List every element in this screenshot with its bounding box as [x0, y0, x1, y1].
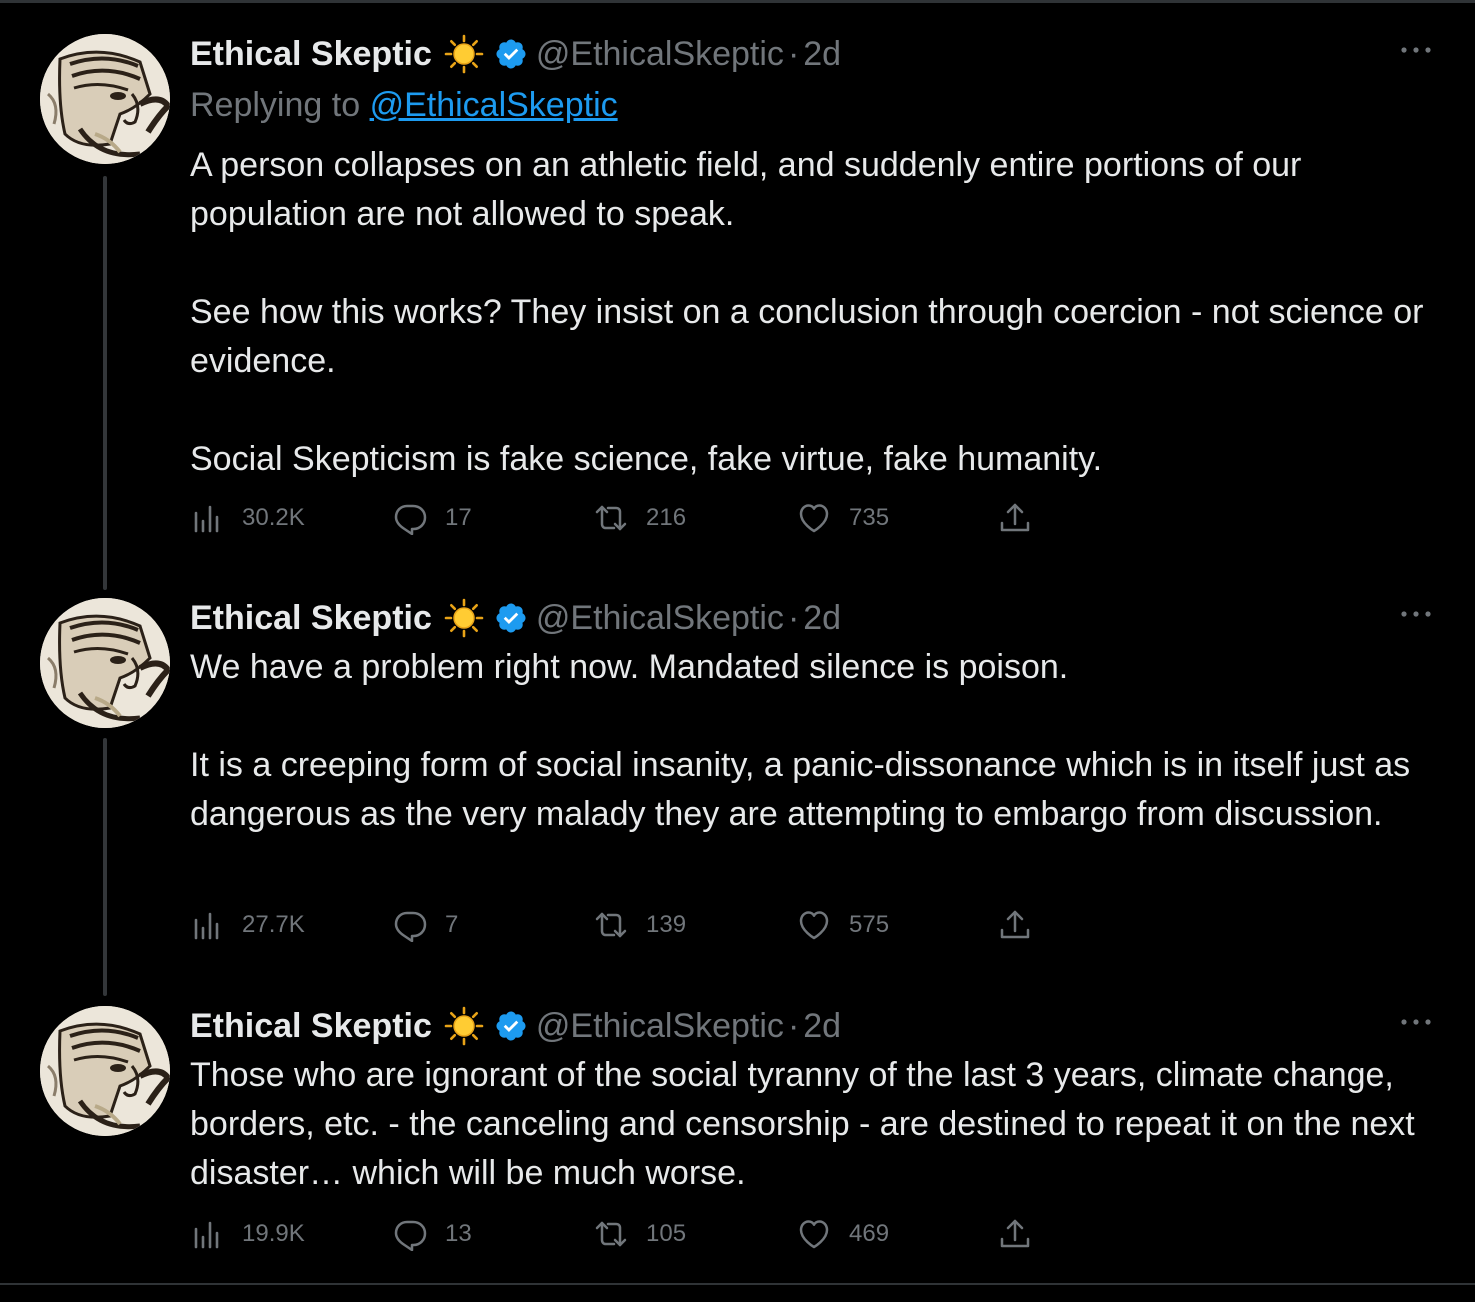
- tweet-text: A person collapses on an athletic field,…: [190, 141, 1440, 484]
- separator-dot: ·: [787, 598, 800, 637]
- author-handle[interactable]: @EthicalSkeptic: [536, 599, 784, 638]
- author-name[interactable]: Ethical Skeptic: [190, 1007, 432, 1046]
- reply-button[interactable]: 13: [393, 1217, 472, 1251]
- views-button[interactable]: 30.2K: [190, 501, 305, 535]
- more-dots-icon[interactable]: [1398, 1012, 1434, 1032]
- separator-dot: ·: [787, 34, 800, 73]
- tweet-text: We have a problem right now. Mandated si…: [190, 643, 1440, 839]
- like-count: 735: [849, 504, 890, 531]
- action-bar: 19.9K 13 105 469: [190, 1217, 1050, 1251]
- reply-count: 17: [445, 504, 472, 531]
- retweet-icon: [594, 1217, 628, 1251]
- views-chart-icon: [190, 908, 224, 942]
- reply-button[interactable]: 7: [393, 908, 458, 942]
- share-upload-icon: [998, 1217, 1032, 1251]
- share-upload-icon: [998, 908, 1032, 942]
- verified-badge-icon[interactable]: [494, 1009, 528, 1043]
- tweet-paragraph: Social Skepticism is fake science, fake …: [190, 440, 1103, 478]
- timestamp[interactable]: 2d: [803, 35, 841, 74]
- tweet-paragraph: See how this works? They insist on a con…: [190, 293, 1424, 380]
- action-bar: 30.2K 17 216 735: [190, 501, 1050, 535]
- top-divider: [0, 0, 1475, 3]
- retweet-count: 105: [646, 1220, 687, 1247]
- replying-to-link[interactable]: @EthicalSkeptic: [370, 86, 618, 124]
- author-name[interactable]: Ethical Skeptic: [190, 599, 432, 638]
- views-chart-icon: [190, 1217, 224, 1251]
- like-count: 469: [849, 1220, 890, 1247]
- separator-dot: ·: [787, 1006, 800, 1045]
- views-count: 30.2K: [242, 504, 305, 531]
- tweet-paragraph: Those who are ignorant of the social tyr…: [190, 1056, 1415, 1192]
- like-button[interactable]: 735: [797, 501, 889, 535]
- heart-icon: [797, 501, 831, 535]
- share-button[interactable]: [998, 501, 1032, 535]
- verified-badge-icon[interactable]: [494, 37, 528, 71]
- reply-count: 13: [445, 1220, 472, 1247]
- sun-icon: [444, 598, 484, 638]
- action-bar: 27.7K 7 139 575: [190, 908, 1050, 942]
- author-handle[interactable]: @EthicalSkeptic: [536, 35, 784, 74]
- avatar[interactable]: [40, 598, 170, 728]
- replying-to: Replying to @EthicalSkeptic: [190, 86, 618, 125]
- tweet-header: Ethical Skeptic @EthicalSkeptic · 2d: [190, 598, 841, 638]
- heart-icon: [797, 1217, 831, 1251]
- timestamp[interactable]: 2d: [803, 599, 841, 638]
- views-count: 19.9K: [242, 1220, 305, 1247]
- views-chart-icon: [190, 501, 224, 535]
- share-button[interactable]: [998, 908, 1032, 942]
- sun-icon: [444, 1006, 484, 1046]
- avatar[interactable]: [40, 1006, 170, 1136]
- tweet[interactable]: Ethical Skeptic @EthicalSkeptic · 2d We …: [0, 598, 1475, 958]
- retweet-count: 216: [646, 504, 687, 531]
- retweet-button[interactable]: 216: [594, 501, 686, 535]
- like-count: 575: [849, 911, 890, 938]
- views-button[interactable]: 27.7K: [190, 908, 305, 942]
- tweet[interactable]: Ethical Skeptic @EthicalSkeptic · 2d Rep…: [0, 34, 1475, 554]
- timestamp[interactable]: 2d: [803, 1007, 841, 1046]
- retweet-icon: [594, 501, 628, 535]
- bottom-divider: [0, 1283, 1475, 1285]
- author-name[interactable]: Ethical Skeptic: [190, 35, 432, 74]
- replying-prefix: Replying to: [190, 86, 361, 124]
- verified-badge-icon[interactable]: [494, 601, 528, 635]
- more-dots-icon[interactable]: [1398, 604, 1434, 624]
- reply-bubble-icon: [393, 908, 427, 942]
- views-button[interactable]: 19.9K: [190, 1217, 305, 1251]
- tweet-paragraph: We have a problem right now. Mandated si…: [190, 648, 1069, 686]
- author-handle[interactable]: @EthicalSkeptic: [536, 1007, 784, 1046]
- reply-button[interactable]: 17: [393, 501, 472, 535]
- share-upload-icon: [998, 501, 1032, 535]
- tweet-paragraph: A person collapses on an athletic field,…: [190, 146, 1302, 233]
- tweet-paragraph: It is a creeping form of social insanity…: [190, 746, 1411, 833]
- tweet-header: Ethical Skeptic @EthicalSkeptic · 2d: [190, 34, 841, 74]
- retweet-button[interactable]: 139: [594, 908, 686, 942]
- views-count: 27.7K: [242, 911, 305, 938]
- reply-bubble-icon: [393, 1217, 427, 1251]
- heart-icon: [797, 908, 831, 942]
- more-dots-icon[interactable]: [1398, 40, 1434, 60]
- tweet-header: Ethical Skeptic @EthicalSkeptic · 2d: [190, 1006, 841, 1046]
- sun-icon: [444, 34, 484, 74]
- tweet-text: Those who are ignorant of the social tyr…: [190, 1051, 1440, 1198]
- like-button[interactable]: 575: [797, 908, 889, 942]
- like-button[interactable]: 469: [797, 1217, 889, 1251]
- retweet-icon: [594, 908, 628, 942]
- avatar[interactable]: [40, 34, 170, 164]
- share-button[interactable]: [998, 1217, 1032, 1251]
- retweet-count: 139: [646, 911, 687, 938]
- reply-count: 7: [445, 911, 459, 938]
- reply-bubble-icon: [393, 501, 427, 535]
- retweet-button[interactable]: 105: [594, 1217, 686, 1251]
- tweet[interactable]: Ethical Skeptic @EthicalSkeptic · 2d Tho…: [0, 1006, 1475, 1266]
